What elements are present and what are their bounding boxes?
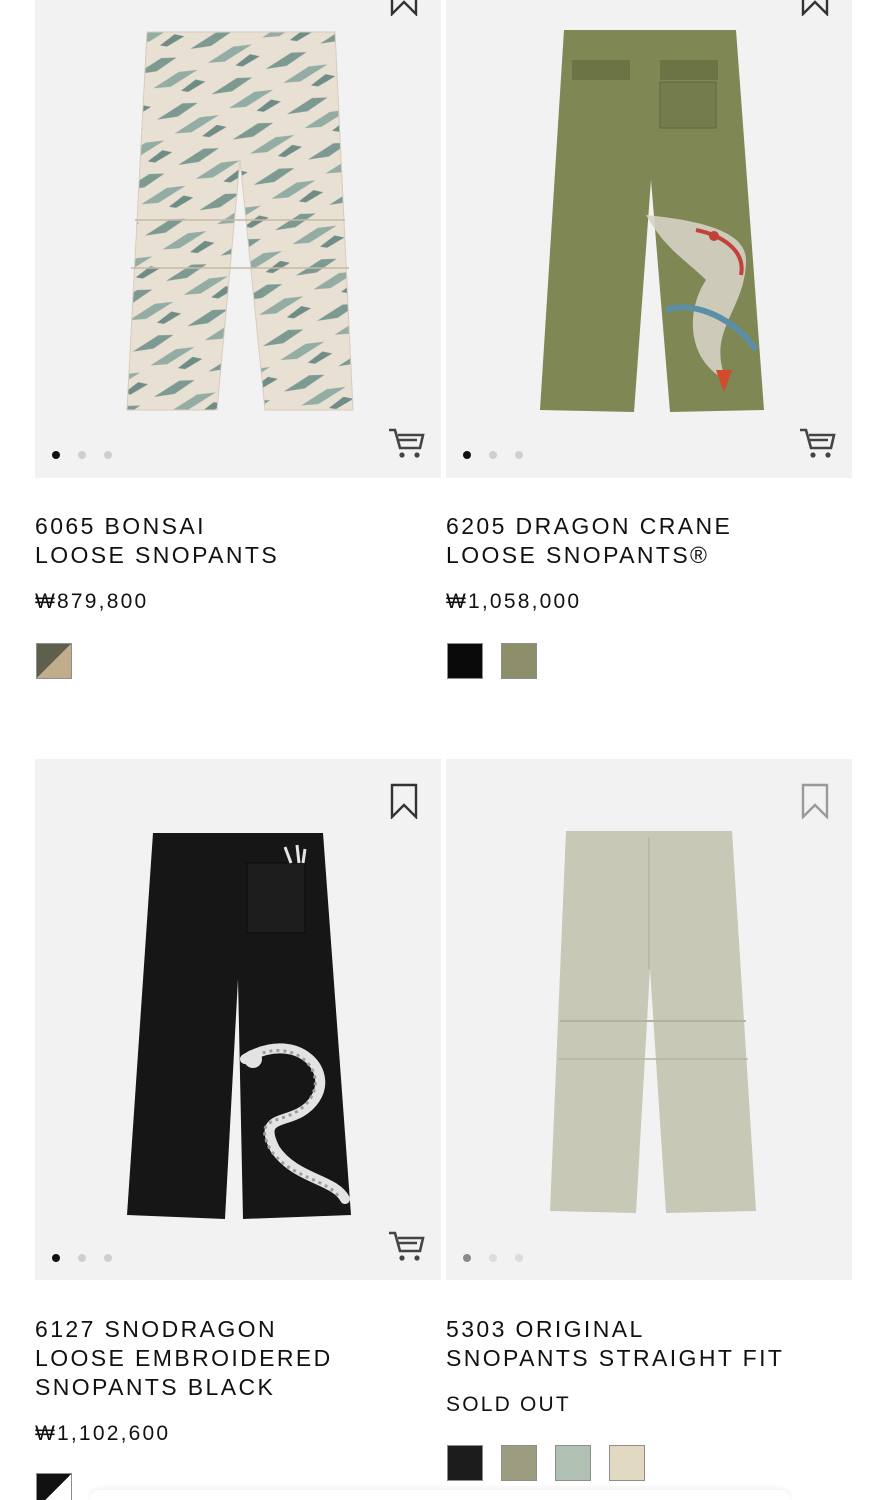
color-swatch-olive[interactable] xyxy=(501,1445,537,1481)
cart-icon[interactable] xyxy=(387,424,425,460)
bookmark-icon[interactable] xyxy=(800,783,830,819)
pagination-dot[interactable] xyxy=(78,451,86,459)
product-title[interactable]: 5303 ORIGINAL SNOPANTS STRAIGHT FIT xyxy=(446,1315,784,1373)
title-line: SNOPANTS STRAIGHT FIT xyxy=(446,1345,785,1371)
pagination-dot[interactable] xyxy=(104,451,112,459)
product-image[interactable] xyxy=(446,759,852,1280)
product-title[interactable]: 6205 DRAGON CRANE LOOSE SNOPANTS® xyxy=(446,512,732,570)
image-pagination[interactable] xyxy=(52,1254,112,1262)
product-price: ₩1,058,000 xyxy=(446,590,582,613)
pagination-dot[interactable] xyxy=(104,1254,112,1262)
color-swatches xyxy=(36,643,72,679)
title-line: SNOPANTS BLACK xyxy=(35,1374,276,1400)
title-line: LOOSE SNOPANTS xyxy=(35,542,280,568)
bookmark-icon[interactable] xyxy=(800,0,830,16)
color-swatches xyxy=(447,643,537,679)
pagination-dot[interactable] xyxy=(463,451,471,459)
bookmark-icon[interactable] xyxy=(389,0,419,16)
color-swatch-sage[interactable] xyxy=(555,1445,591,1481)
olive-pants-image xyxy=(540,30,764,412)
title-line: LOOSE SNOPANTS® xyxy=(446,542,710,568)
pagination-dot[interactable] xyxy=(52,451,60,459)
cart-icon[interactable] xyxy=(798,424,836,460)
pagination-dot[interactable] xyxy=(52,1254,60,1262)
image-pagination[interactable] xyxy=(463,1254,523,1262)
title-line: 5303 ORIGINAL xyxy=(446,1316,645,1342)
color-swatch-black[interactable] xyxy=(36,1473,72,1500)
product-title[interactable]: 6065 BONSAI LOOSE SNOPANTS xyxy=(35,512,279,570)
color-swatch-bonsai[interactable] xyxy=(36,643,72,679)
pagination-dot[interactable] xyxy=(489,1254,497,1262)
product-image[interactable] xyxy=(35,0,441,478)
product-price: ₩1,102,600 xyxy=(35,1422,171,1445)
product-image[interactable] xyxy=(35,759,441,1280)
title-line: 6127 SNODRAGON xyxy=(35,1316,277,1342)
title-line: LOOSE EMBROIDERED xyxy=(35,1345,333,1371)
title-line: 6065 BONSAI xyxy=(35,513,206,539)
black-pants-image xyxy=(127,833,351,1219)
pagination-dot[interactable] xyxy=(515,451,523,459)
bottom-sheet-handle xyxy=(90,1490,790,1500)
color-swatch-olive[interactable] xyxy=(501,643,537,679)
product-title[interactable]: 6127 SNODRAGON LOOSE EMBROIDERED SNOPANT… xyxy=(35,1315,333,1402)
pagination-dot[interactable] xyxy=(78,1254,86,1262)
camouflage-pants-image xyxy=(126,31,354,411)
pagination-dot[interactable] xyxy=(515,1254,523,1262)
color-swatches xyxy=(36,1473,72,1500)
product-price: ₩879,800 xyxy=(35,590,149,613)
color-swatch-black[interactable] xyxy=(447,1445,483,1481)
product-image[interactable] xyxy=(446,0,852,478)
image-pagination[interactable] xyxy=(463,451,523,459)
image-pagination[interactable] xyxy=(52,451,112,459)
pagination-dot[interactable] xyxy=(489,451,497,459)
color-swatches xyxy=(447,1445,645,1481)
title-line: 6205 DRAGON CRANE xyxy=(446,513,733,539)
color-swatch-beige[interactable] xyxy=(609,1445,645,1481)
sage-pants-image xyxy=(550,831,756,1213)
pagination-dot[interactable] xyxy=(463,1254,471,1262)
sold-out-label: SOLD OUT xyxy=(446,1393,571,1416)
color-swatch-black[interactable] xyxy=(447,643,483,679)
bookmark-icon[interactable] xyxy=(389,783,419,819)
cart-icon[interactable] xyxy=(387,1227,425,1263)
